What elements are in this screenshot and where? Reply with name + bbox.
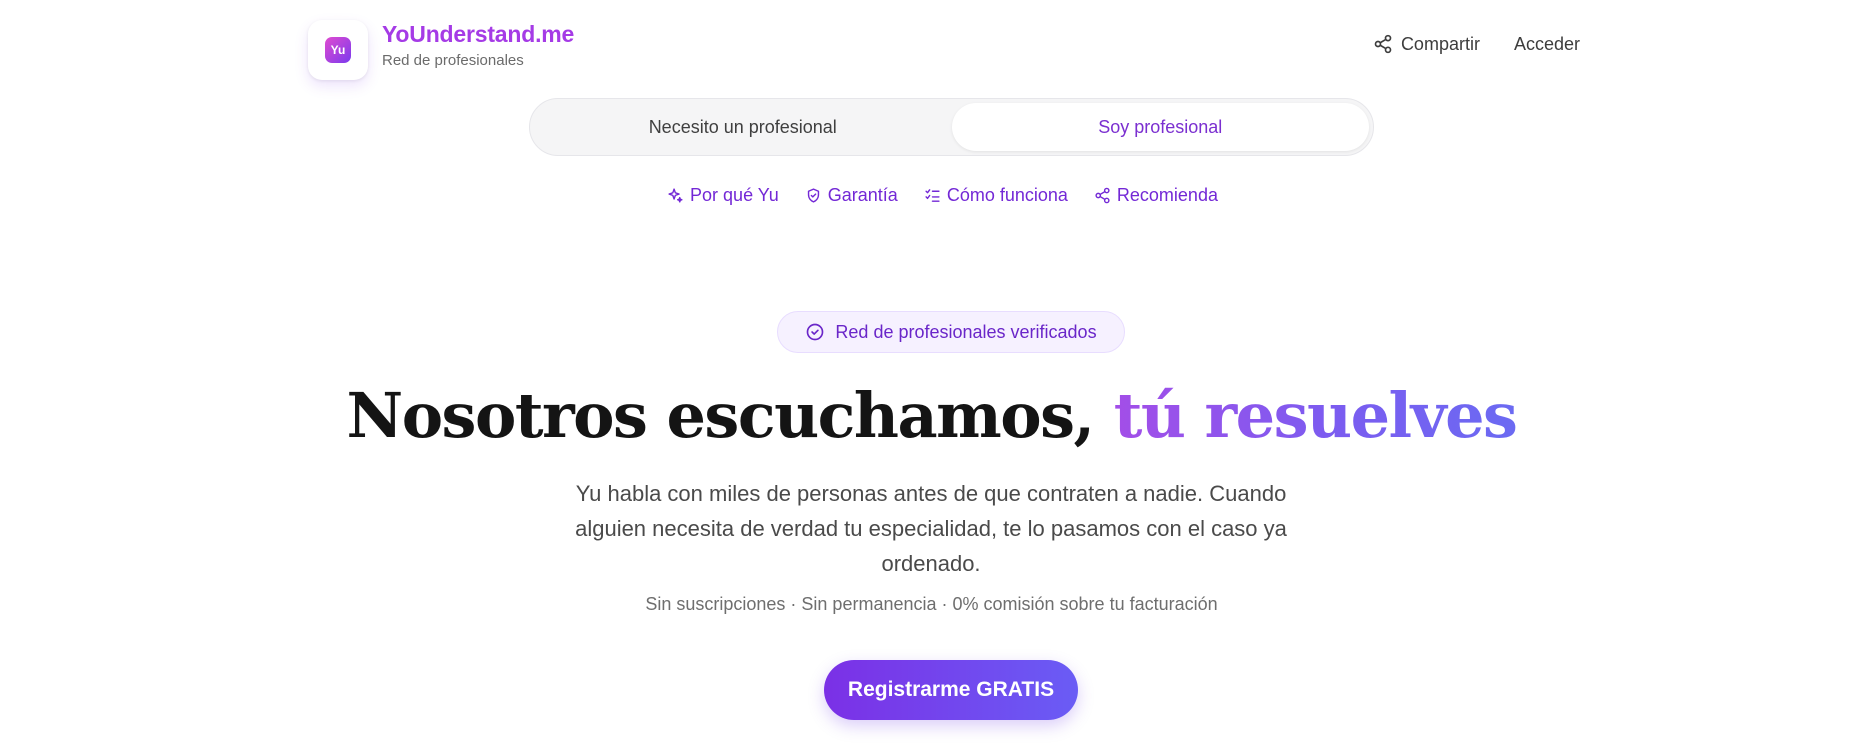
- sparkles-icon: [668, 187, 683, 203]
- header-actions: Compartir Acceder: [1373, 34, 1580, 55]
- register-button[interactable]: Registrarme GRATIS: [824, 660, 1078, 720]
- brand[interactable]: Yu YoUnderstand.me Red de profesionales: [308, 20, 574, 80]
- headline-main: Nosotros escuchamos,: [346, 379, 1114, 452]
- logo-tile: Yu: [308, 20, 368, 80]
- nav-recomienda[interactable]: Recomienda: [1094, 185, 1218, 206]
- landing-page: Yu YoUnderstand.me Red de profesionales …: [0, 0, 1863, 750]
- headline-accent: tú resuelves: [1113, 379, 1518, 452]
- badge-label: Red de profesionales verificados: [835, 321, 1097, 342]
- toggle-need-professional[interactable]: Necesito un profesional: [534, 103, 952, 151]
- audience-toggle: Necesito un profesional Soy profesional: [529, 98, 1374, 156]
- section-nav: Por qué Yu Garantía Cómo funciona Recomi…: [0, 180, 1863, 210]
- login-link[interactable]: Acceder: [1514, 34, 1580, 55]
- nav-label: Por qué Yu: [690, 184, 779, 205]
- brand-text: YoUnderstand.me Red de profesionales: [382, 21, 574, 69]
- share-icon: [1374, 34, 1392, 54]
- hero-headline: Nosotros escuchamos, tú resuelves: [0, 380, 1863, 452]
- hero-lead: Yu habla con miles de personas antes de …: [575, 481, 1287, 576]
- hero-fine-print: Sin suscripciones · Sin permanencia · 0%…: [645, 594, 1218, 614]
- nav-label: Garantía: [827, 184, 898, 205]
- share-label: Compartir: [1400, 33, 1480, 54]
- logo-icon: Yu: [325, 37, 351, 63]
- shield-check-icon: [807, 187, 819, 203]
- site-header: Yu YoUnderstand.me Red de profesionales …: [308, 18, 1580, 82]
- nav-por-que-yu[interactable]: Por qué Yu: [667, 185, 779, 206]
- verified-badge: Red de profesionales verificados: [777, 311, 1125, 353]
- toggle-am-professional[interactable]: Soy profesional: [951, 103, 1369, 151]
- nav-label: Recomienda: [1116, 184, 1218, 205]
- brand-subtitle: Red de profesionales: [382, 52, 524, 69]
- nav-como-funciona[interactable]: Cómo funciona: [924, 185, 1068, 206]
- share-icon: [1095, 187, 1110, 203]
- share-button[interactable]: Compartir: [1373, 34, 1480, 55]
- brand-name: YoUnderstand.me: [382, 21, 575, 47]
- list-checks-icon: [925, 188, 940, 202]
- nav-label: Cómo funciona: [946, 184, 1068, 205]
- check-circle-icon: [807, 323, 824, 341]
- nav-garantia[interactable]: Garantía: [805, 185, 898, 206]
